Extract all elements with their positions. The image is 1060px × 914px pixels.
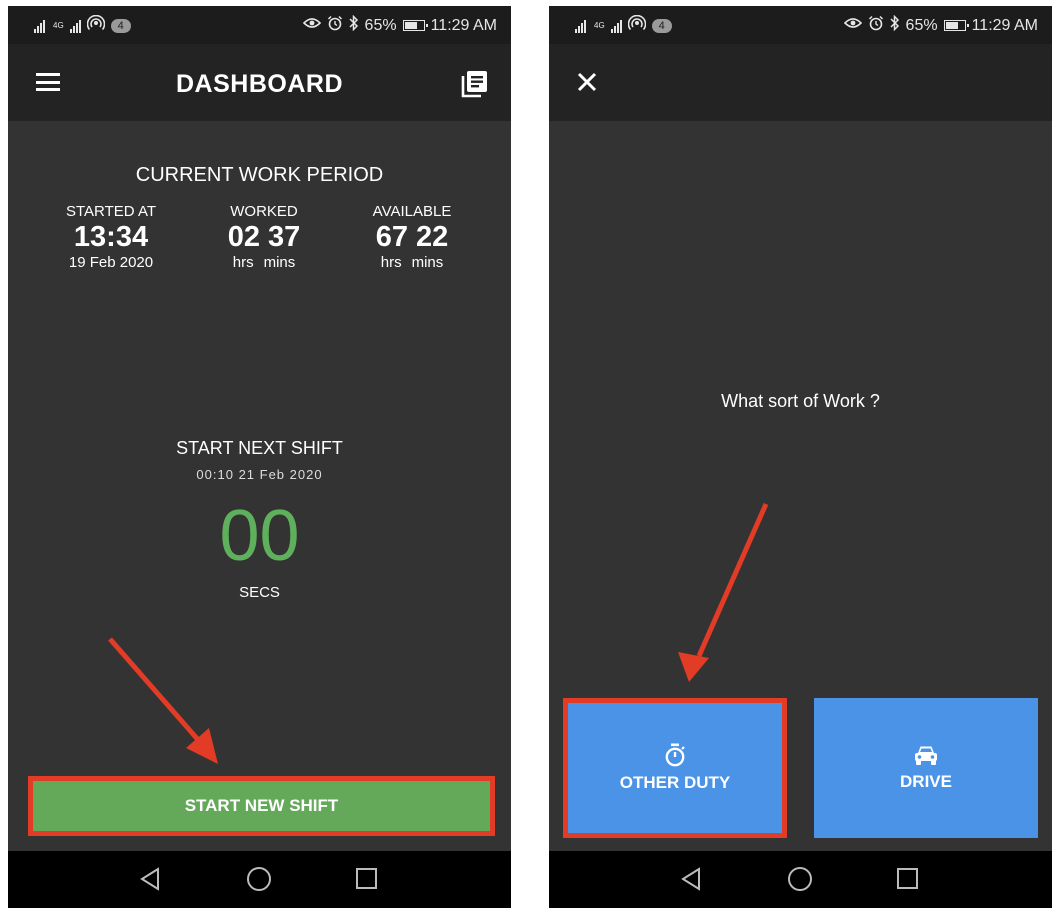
available-value: 67 22 [375,221,449,253]
bluetooth-icon [890,14,900,36]
worked-column: WORKED 02 37 hrs mins [194,203,334,271]
start-new-shift-button[interactable]: START NEW SHIFT [28,776,495,836]
clock-time: 11:29 AM [430,16,497,34]
started-at-value: 13:34 [73,221,149,253]
clock-time: 11:29 AM [971,16,1038,34]
status-bar: 4G 4 65% 11:29 AM [8,6,511,44]
drive-label: DRIVE [900,772,952,791]
alarm-icon [868,15,884,36]
hotspot-icon [86,14,105,36]
signal-2-icon [69,19,81,33]
app-bar: DASHBOARD [8,44,511,121]
other-duty-label: OTHER DUTY [619,773,731,792]
available-label: AVAILABLE [372,203,452,220]
work-type-question: What sort of Work ? [721,391,880,411]
home-icon[interactable] [788,867,812,891]
status-bar: 4G 4 65% 11:29 AM [549,6,1052,44]
battery-percent: 65% [905,16,938,34]
next-shift-unit: SECS [239,584,280,601]
hotspot-count-badge: 4 [110,18,131,33]
other-duty-button[interactable]: OTHER DUTY [563,698,787,838]
bluetooth-icon [349,14,359,36]
eye-icon [843,16,862,35]
log-book-icon[interactable] [459,69,489,104]
started-at-column: STARTED AT 13:34 19 Feb 2020 [41,203,181,271]
dashboard-screen: 4G 4 65% 11:29 AM DASHBOARD CURRENT WORK… [8,6,511,908]
back-icon[interactable] [680,867,702,896]
available-column: AVAILABLE 67 22 hrs mins [342,203,482,271]
eye-icon [302,16,321,35]
network-type-label: 4G [53,20,64,30]
signal-icon [575,19,586,33]
signal-2-icon [610,19,622,33]
worked-hrs-unit: hrs [232,254,254,271]
car-icon [915,746,937,765]
system-nav-bar [549,851,1052,908]
close-icon[interactable] [576,71,598,98]
hotspot-count-badge: 4 [651,18,672,33]
hotspot-icon [627,14,646,36]
back-icon[interactable] [139,867,161,896]
battery-percent: 65% [364,16,397,34]
work-type-screen: 4G 4 65% 11:29 AM What sort of Work ? OT… [549,6,1052,908]
home-icon[interactable] [247,867,271,891]
available-mins-unit: mins [411,254,444,271]
started-at-date: 19 Feb 2020 [68,254,154,271]
recent-apps-icon[interactable] [897,868,918,889]
stopwatch-icon [665,743,685,767]
worked-label: WORKED [230,203,298,220]
battery-icon [402,20,428,31]
worked-value: 02 37 [227,221,301,253]
recent-apps-icon[interactable] [356,868,377,889]
signal-icon [34,19,45,33]
available-hrs-unit: hrs [380,254,402,271]
next-shift-countdown: 00 [219,496,300,576]
alarm-icon [327,15,343,36]
work-period-title: CURRENT WORK PERIOD [135,164,384,186]
started-at-label: STARTED AT [65,203,156,220]
page-title: DASHBOARD [176,70,343,98]
next-shift-title: START NEXT SHIFT [176,438,343,458]
system-nav-bar [8,851,511,908]
app-bar [549,44,1052,121]
network-type-label: 4G [594,20,605,30]
worked-mins-unit: mins [263,254,296,271]
drive-button[interactable]: DRIVE [814,698,1038,838]
next-shift-datetime: 00:10 21 Feb 2020 [196,467,323,482]
battery-icon [943,20,969,31]
